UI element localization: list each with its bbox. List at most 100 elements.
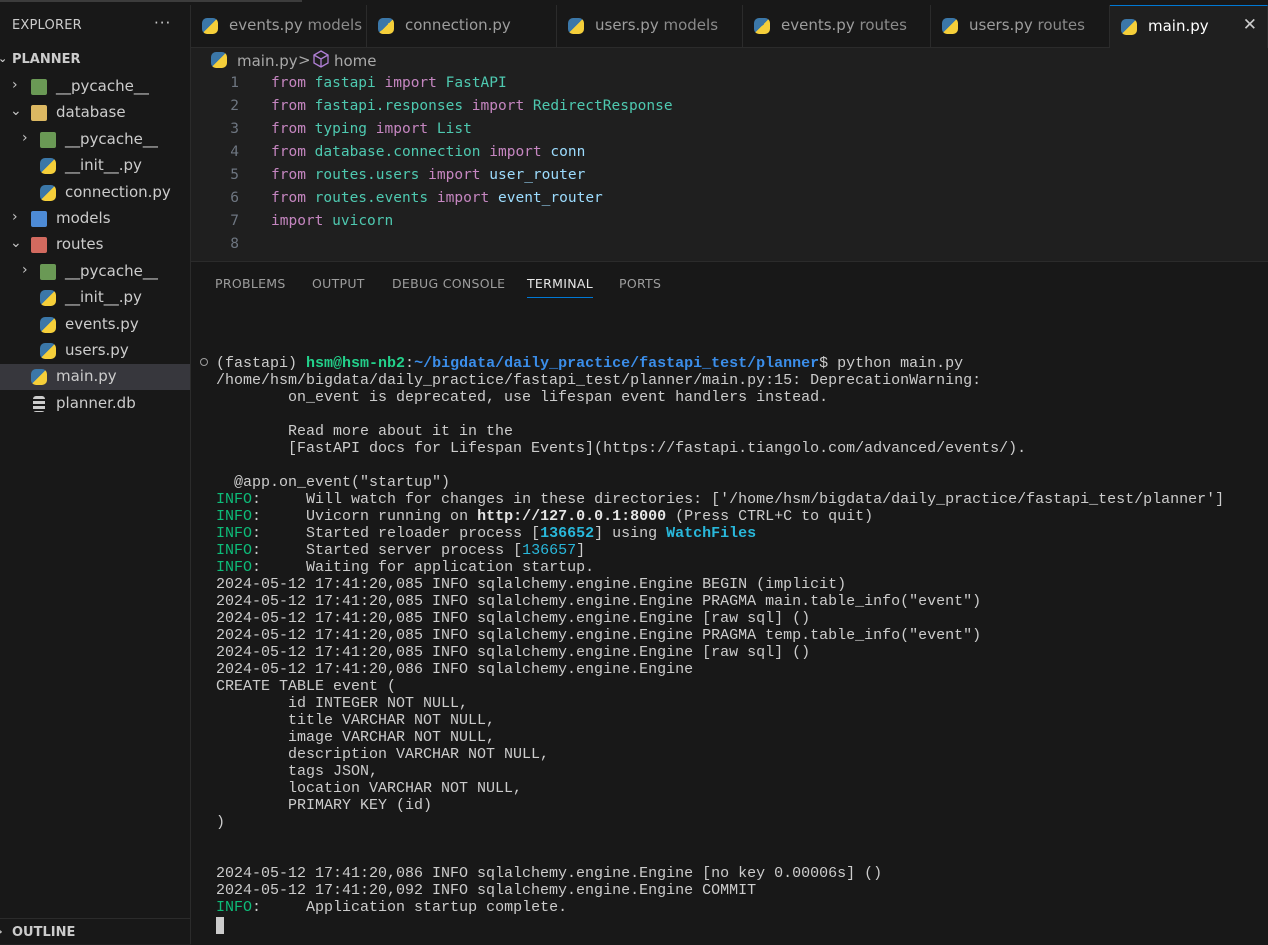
python-icon: [40, 158, 56, 174]
tab-problems[interactable]: PROBLEMS: [215, 276, 286, 291]
prompt-command: $ python main.py: [819, 355, 964, 372]
tab-desc: models: [663, 16, 719, 34]
tab-name: events.py: [229, 16, 303, 34]
line-number: 1: [230, 75, 239, 91]
log-line: 2024-05-12 17:41:20,086 INFO sqlalchemy.…: [216, 865, 883, 882]
python-icon: [211, 52, 227, 68]
tree-item-label: events.py: [65, 315, 139, 333]
tab-terminal[interactable]: TERMINAL: [527, 276, 593, 298]
python-icon: [378, 18, 394, 34]
pycache-folder-icon: [40, 132, 56, 148]
info-text: ] using: [594, 525, 667, 542]
reloader-pid: 136652: [540, 525, 595, 542]
tab-label: events.py routes: [781, 16, 907, 34]
breadcrumb-separator: >: [298, 51, 311, 69]
tree-item-main[interactable]: main.py: [0, 364, 190, 390]
explorer-title: EXPLORER: [12, 18, 82, 33]
terminal-info-line: INFO: Started reloader process [136652] …: [216, 525, 756, 542]
breadcrumb-symbol[interactable]: home: [334, 52, 377, 70]
routes-folder-icon: [31, 237, 47, 253]
tree-item-database[interactable]: ⌄ database: [0, 100, 190, 126]
title-strip-mark: [0, 0, 302, 2]
tab-desc: models: [307, 16, 363, 34]
tree-item-pycache[interactable]: › __pycache__: [0, 74, 190, 100]
tab-label: connection.py: [405, 16, 511, 34]
info-colon: :: [252, 899, 262, 916]
line-number: 5: [230, 167, 239, 183]
tree-item-pycache[interactable]: › __pycache__: [0, 127, 190, 153]
info-text: Started server process [: [261, 542, 523, 559]
tab-main[interactable]: main.py ✕: [1110, 5, 1268, 48]
explorer-sidebar: EXPLORER ··· ⌄ PLANNER › __pycache__ ⌄ d…: [0, 5, 191, 944]
tab-ports[interactable]: PORTS: [619, 276, 661, 291]
tab-events-routes[interactable]: events.py routes: [743, 5, 931, 47]
code-text: from fastapi import FastAPI: [271, 75, 507, 91]
watch-tool: WatchFiles: [666, 525, 757, 542]
code-token: from: [271, 190, 306, 206]
close-icon[interactable]: ✕: [1243, 15, 1257, 35]
tree-item-init[interactable]: __init__.py: [0, 153, 190, 179]
info-text: ]: [576, 542, 586, 559]
prompt-user: hsm@hsm-nb2: [306, 355, 406, 372]
python-icon: [40, 290, 56, 306]
line-number: 6: [230, 190, 239, 206]
code-token: import: [375, 121, 429, 137]
more-actions-icon[interactable]: ···: [154, 14, 171, 32]
info-text: Application startup complete.: [261, 899, 568, 916]
terminal-info-line: INFO: Started server process [136657]: [216, 542, 585, 559]
code-token: FastAPI: [445, 75, 507, 91]
tab-debug-console[interactable]: DEBUG CONSOLE: [392, 276, 505, 291]
line-number: 2: [230, 98, 239, 114]
tab-events-models[interactable]: events.py models: [191, 5, 367, 47]
tab-connection[interactable]: connection.py: [367, 5, 557, 47]
python-icon: [1121, 19, 1137, 35]
line-number: 8: [230, 236, 239, 252]
log-line: image VARCHAR NOT NULL,: [216, 729, 496, 746]
tree-item-label: main.py: [56, 367, 117, 385]
tree-item-pycache[interactable]: › __pycache__: [0, 259, 190, 285]
terminal-info-line: INFO: Application startup complete.: [216, 899, 567, 916]
tree-item-label: __pycache__: [65, 130, 158, 148]
server-url-link[interactable]: http://127.0.0.1:8000: [477, 508, 666, 525]
log-line: tags JSON,: [216, 763, 379, 780]
tree-item-label: models: [56, 209, 111, 227]
log-line: ): [216, 814, 226, 831]
info-label: INFO: [216, 542, 253, 559]
info-colon: :: [252, 559, 262, 576]
workspace-label: PLANNER: [12, 52, 81, 67]
tree-item-models[interactable]: › models: [0, 206, 190, 232]
breadcrumb: main.py > home: [191, 48, 1268, 72]
info-label: INFO: [216, 899, 253, 916]
outline-section[interactable]: › OUTLINE: [0, 918, 190, 945]
terminal-prompt-line: (fastapi) hsm@hsm-nb2:~/bigdata/daily_pr…: [216, 355, 963, 372]
python-icon: [568, 18, 584, 34]
code-token: from: [271, 167, 306, 183]
chevron-right-icon: ›: [22, 130, 28, 146]
python-icon: [40, 343, 56, 359]
code-token: typing: [314, 121, 368, 137]
code-token: import: [489, 144, 542, 160]
tree-item-init[interactable]: __init__.py: [0, 285, 190, 311]
tree-item-events[interactable]: events.py: [0, 312, 190, 338]
tree-item-label: planner.db: [56, 394, 136, 412]
bottom-panel: PROBLEMS OUTPUT DEBUG CONSOLE TERMINAL P…: [191, 261, 1268, 945]
tree-item-routes[interactable]: ⌄ routes: [0, 232, 190, 258]
tree-item-users[interactable]: users.py: [0, 338, 190, 364]
log-line: CREATE TABLE event (: [216, 678, 397, 695]
breadcrumb-file[interactable]: main.py: [237, 52, 298, 70]
terminal-cursor: [216, 917, 224, 934]
tab-users-models[interactable]: users.py models: [557, 5, 743, 47]
tab-output[interactable]: OUTPUT: [312, 276, 365, 291]
code-editor[interactable]: 1 from fastapi import FastAPI 2 from fas…: [191, 72, 1268, 261]
code-token: fastapi.responses: [314, 98, 464, 114]
tree-item-label: connection.py: [65, 183, 171, 201]
tree-item-planner-db[interactable]: planner.db: [0, 391, 190, 417]
terminal-line: /home/hsm/bigdata/daily_practice/fastapi…: [216, 372, 982, 389]
line-number: 3: [230, 121, 239, 137]
tab-users-routes[interactable]: users.py routes: [931, 5, 1110, 47]
tab-label: events.py models: [229, 16, 362, 34]
outline-label: OUTLINE: [12, 925, 76, 940]
terminal-line: Read more about it in the: [216, 423, 514, 440]
chevron-right-icon: ›: [22, 262, 28, 278]
tree-item-connection[interactable]: connection.py: [0, 180, 190, 206]
